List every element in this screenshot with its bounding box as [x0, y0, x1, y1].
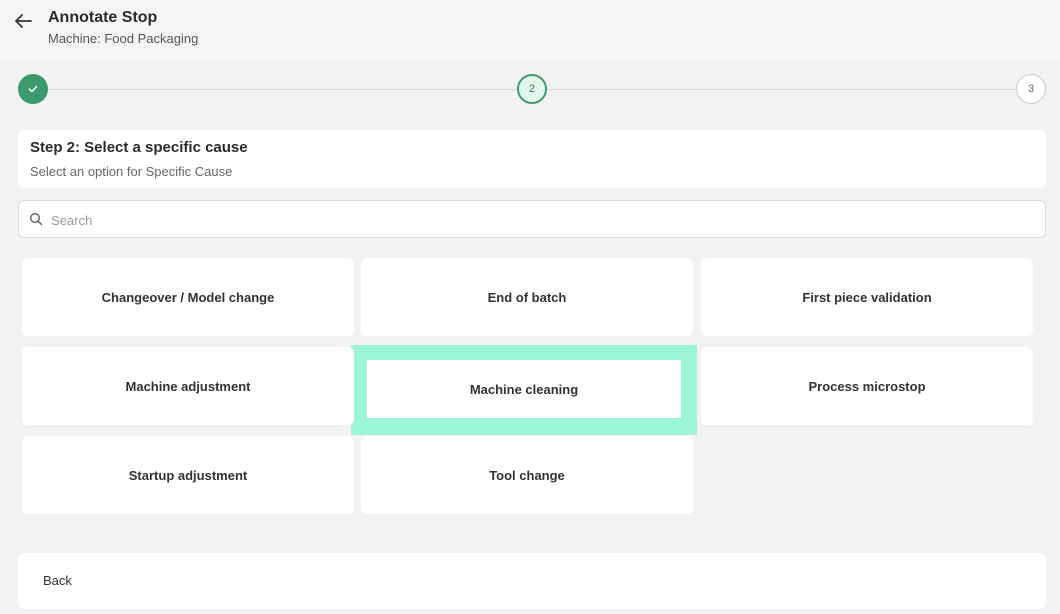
option-startup-adjustment[interactable]: Startup adjustment [22, 436, 354, 514]
step-description: Select an option for Specific Cause [30, 164, 233, 179]
step-2-current: 2 [517, 74, 547, 104]
search-icon [30, 213, 43, 226]
page-title: Annotate Stop [48, 9, 158, 26]
option-changeover-model-change[interactable]: Changeover / Model change [22, 258, 354, 336]
step-connector [547, 89, 1016, 90]
stepper: 2 3 [0, 62, 1060, 122]
step-connector [48, 89, 517, 90]
option-tool-change[interactable]: Tool change [361, 436, 693, 514]
step-info-card: Step 2: Select a specific cause Select a… [18, 130, 1046, 188]
header: Annotate Stop Machine: Food Packaging [0, 0, 1060, 62]
option-process-microstop[interactable]: Process microstop [701, 347, 1033, 425]
page-subtitle: Machine: Food Packaging [48, 31, 199, 46]
step-3-next: 3 [1016, 74, 1046, 104]
option-machine-cleaning[interactable]: Machine cleaning [367, 360, 681, 418]
step-1-done [18, 74, 48, 104]
option-end-of-batch[interactable]: End of batch [361, 258, 693, 336]
search-box [18, 200, 1046, 238]
back-button[interactable]: Back [43, 573, 72, 588]
step-heading: Step 2: Select a specific cause [30, 139, 248, 156]
back-arrow-icon[interactable] [12, 10, 34, 32]
footer-bar: Back [18, 553, 1046, 609]
option-machine-adjustment[interactable]: Machine adjustment [22, 347, 354, 425]
option-first-piece-validation[interactable]: First piece validation [701, 258, 1033, 336]
search-input[interactable] [49, 207, 1033, 233]
check-icon [28, 85, 38, 93]
